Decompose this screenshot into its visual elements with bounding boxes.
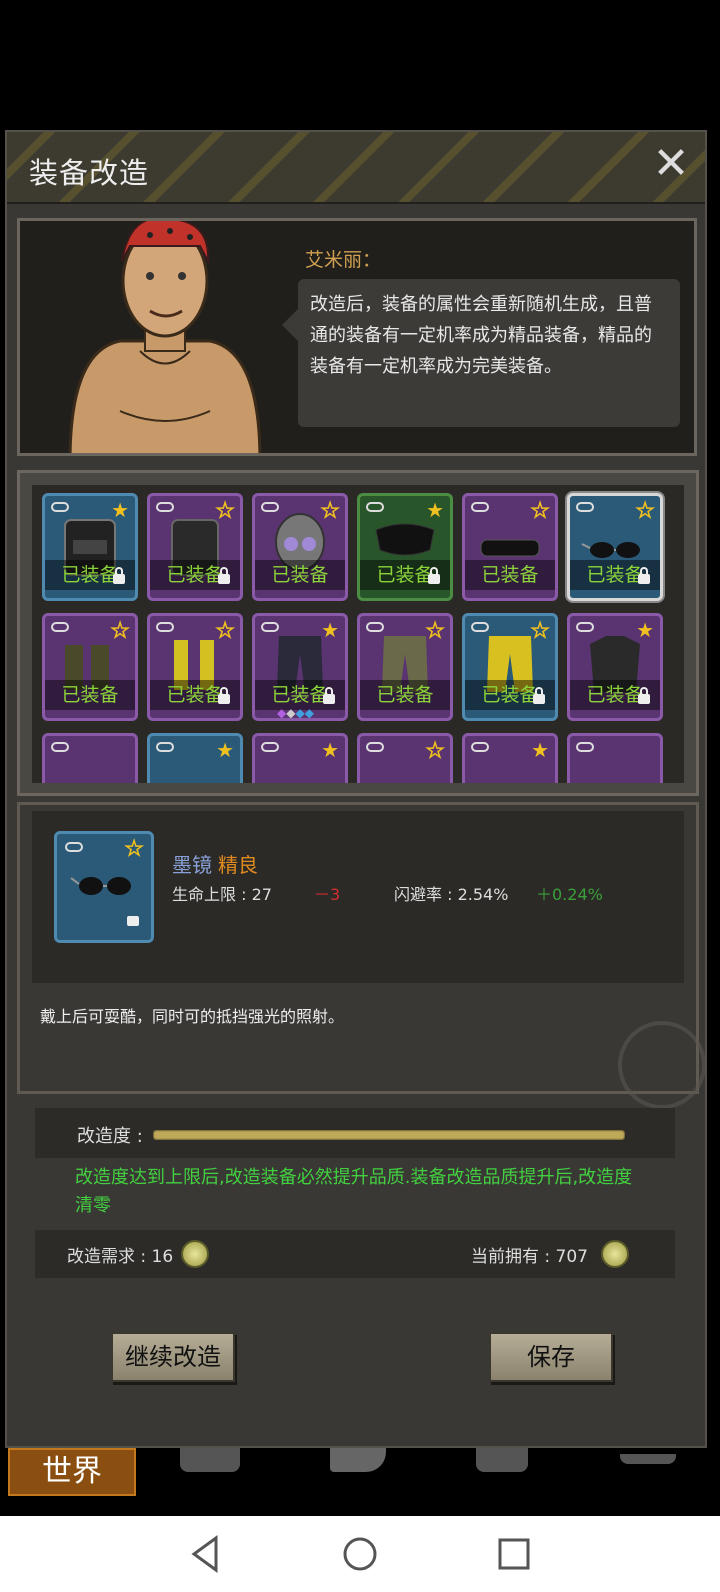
close-icon[interactable]: ✕ [651, 140, 691, 188]
npc-name: 艾米丽： [305, 249, 382, 271]
stat-hp-delta: －3 [314, 885, 341, 904]
link-icon [471, 742, 489, 752]
item-name: 墨镜 精良 [172, 849, 258, 878]
inventory-slot[interactable]: ★ 已装备 [42, 613, 138, 721]
dialog-title: 装备改造 [29, 156, 150, 190]
inventory-slot[interactable]: ★ 已装备 [357, 613, 453, 721]
star-icon: ★ [321, 738, 339, 762]
item-name-text: 墨镜 [172, 853, 212, 877]
inventory-slot[interactable]: ★ [147, 733, 243, 783]
inventory-slot[interactable]: ★ [357, 733, 453, 783]
modify-dialog: 装备改造 ✕ 艾米丽： 改造后，装备的属性会重新随机生成，且普通的装备有一定机率… [5, 130, 707, 1448]
link-icon [51, 742, 69, 752]
star-outline-icon: ★ [425, 737, 444, 763]
inventory-slot[interactable]: ★ 已装备 [42, 493, 138, 601]
lock-icon [323, 687, 335, 704]
cost-row: 改造需求 : 16 当前拥有 : 707 [35, 1230, 675, 1278]
recents-icon[interactable] [494, 1534, 534, 1574]
inventory-slot[interactable] [42, 733, 138, 783]
selected-item-slot: ★ [54, 831, 154, 943]
npc-dialog-box: 艾米丽： 改造后，装备的属性会重新随机生成，且普通的装备有一定机率成为精品装备，… [17, 218, 697, 456]
inventory-slot[interactable]: ★ [462, 733, 558, 783]
inventory-slot[interactable]: ★ 已装备 [462, 613, 558, 721]
inventory-slot[interactable]: ★ [252, 733, 348, 783]
character-icon[interactable] [330, 1448, 386, 1472]
inventory-slot[interactable]: ★ 已装备 [147, 613, 243, 721]
npc-portrait [68, 221, 262, 453]
save-button[interactable]: 保存 [489, 1332, 613, 1382]
radiation-icon [618, 1021, 706, 1109]
gem-icons: ◆◆◆◆ [277, 706, 314, 720]
star-icon: ★ [531, 738, 549, 762]
sunglasses-icon [70, 877, 131, 895]
bottom-nav: 世界 [0, 1448, 720, 1496]
stat-hp: 生命上限 : 27 [172, 885, 272, 904]
star-outline-icon: ★ [124, 835, 143, 861]
modification-panel: 改造度 : 改造度达到上限后,改造装备必然提升品质.装备改造品质提升后,改造度清… [35, 1108, 675, 1278]
link-icon [576, 742, 594, 752]
backpack-icon[interactable] [180, 1448, 240, 1472]
equipped-label: 已装备 [255, 560, 345, 590]
keyboard-icon[interactable] [476, 1448, 528, 1472]
lock-icon [638, 687, 650, 704]
link-icon [156, 742, 174, 752]
equipped-label: 已装备 [45, 680, 135, 710]
inventory-grid[interactable]: ★ 已装备 ★ 已装备 ★ 已装备 ★ 已装备 ★ 已装备 ★ 已装备 ★ 已装… [32, 485, 684, 783]
stat-dodge: 闪避率 : 2.54% [394, 885, 509, 904]
equipped-label: 已装备 [465, 560, 555, 590]
item-quality: 精良 [218, 853, 258, 877]
item-description: 戴上后可耍酷，同时可的抵挡强光的照射。 [40, 1007, 345, 1026]
link-icon [366, 742, 384, 752]
nav-world[interactable]: 世界 [8, 1448, 136, 1496]
star-icon: ★ [216, 738, 234, 762]
speech-bubble: 改造后，装备的属性会重新随机生成，且普通的装备有一定机率成为精品装备，精品的装备… [282, 279, 680, 427]
lock-icon [127, 916, 139, 926]
inventory-slot[interactable]: ★ 已装备 [252, 493, 348, 601]
back-icon[interactable] [186, 1534, 226, 1574]
stat-dodge-delta: ＋0.24% [536, 885, 603, 904]
inventory-slot[interactable]: ★ 已装备 [462, 493, 558, 601]
workbench-icon[interactable] [620, 1454, 676, 1464]
cost-label: 改造需求 : 16 [67, 1247, 174, 1267]
home-icon[interactable] [340, 1534, 380, 1574]
inventory-slot[interactable]: ★ 已装备 [357, 493, 453, 601]
dialog-header: 装备改造 ✕ [7, 132, 705, 204]
inventory-slot[interactable]: ★ 已装备 ◆◆◆◆ [252, 613, 348, 721]
system-nav-bar [0, 1516, 720, 1592]
continue-modify-button[interactable]: 继续改造 [111, 1332, 235, 1382]
progress-bar [153, 1130, 625, 1140]
link-icon [65, 842, 83, 852]
lock-icon [113, 567, 125, 584]
inventory-panel: ★ 已装备 ★ 已装备 ★ 已装备 ★ 已装备 ★ 已装备 ★ 已装备 ★ 已装… [17, 470, 699, 796]
inventory-slot[interactable] [567, 733, 663, 783]
lock-icon [428, 567, 440, 584]
inventory-slot-selected[interactable]: ★ 已装备 [567, 493, 663, 601]
owned-label: 当前拥有 : 707 [471, 1247, 588, 1267]
item-detail-panel: ★ 墨镜 精良 生命上限 : 27 －3 闪避率 : 2.54% ＋0.24% 戴… [17, 802, 706, 1109]
progress-label: 改造度 : [77, 1126, 143, 1147]
progress-row: 改造度 : [35, 1108, 675, 1158]
inventory-slot[interactable]: ★ 已装备 [567, 613, 663, 721]
lock-icon [218, 687, 230, 704]
link-icon [261, 742, 279, 752]
item-detail-header: ★ 墨镜 精良 生命上限 : 27 －3 闪避率 : 2.54% ＋0.24% [32, 811, 684, 983]
inventory-slot[interactable]: ★ 已装备 [147, 493, 243, 601]
bottle-cap-icon [601, 1240, 629, 1268]
lock-icon [533, 687, 545, 704]
lock-icon [638, 567, 650, 584]
bottle-cap-icon [181, 1240, 209, 1268]
equipped-label: 已装备 [360, 680, 450, 710]
modification-note: 改造度达到上限后,改造装备必然提升品质.装备改造品质提升后,改造度清零 [75, 1167, 633, 1216]
lock-icon [218, 567, 230, 584]
